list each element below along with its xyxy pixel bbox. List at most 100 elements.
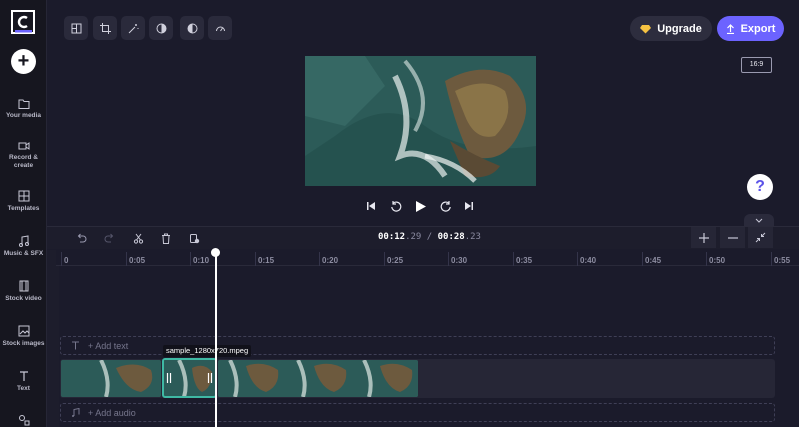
sidebar-item-label: Record &	[9, 154, 38, 161]
trim-handle-right-icon[interactable]	[207, 373, 213, 383]
sidebar-item-record-create[interactable]: Record & create	[0, 141, 47, 170]
sidebar-item-music-sfx[interactable]: Music & SFX	[0, 235, 47, 258]
zoom-in-button[interactable]	[691, 227, 716, 248]
adjust-colors-button[interactable]	[180, 16, 204, 40]
diamond-icon	[640, 24, 652, 33]
play-button[interactable]	[413, 198, 429, 214]
playhead[interactable]	[215, 252, 217, 427]
speed-button[interactable]	[208, 16, 232, 40]
time-separator: /	[421, 232, 438, 242]
magic-button[interactable]	[121, 16, 145, 40]
split-button[interactable]	[130, 230, 146, 246]
sidebar-item-templates[interactable]: Templates	[0, 190, 47, 213]
export-label: Export	[740, 22, 776, 35]
magic-wand-icon	[128, 23, 138, 33]
app-logo[interactable]	[11, 10, 35, 34]
trash-icon	[162, 233, 170, 244]
sidebar: + Your media Record & create Templates M…	[0, 0, 47, 427]
video-clip[interactable]	[218, 360, 418, 397]
ruler-tick-mark	[319, 252, 320, 266]
crop-button[interactable]	[93, 16, 117, 40]
forward-5s-button[interactable]	[438, 198, 454, 214]
clip-name-tooltip: sample_1280x720.mpeg	[163, 345, 252, 357]
ruler-tick-label: 0:10	[193, 256, 210, 265]
aspect-ratio-button[interactable]: 16:9	[741, 57, 772, 73]
ruler-tick-mark	[513, 252, 514, 266]
sidebar-item-stock-video[interactable]: Stock video	[0, 280, 47, 303]
duplicate-button[interactable]	[186, 230, 202, 246]
ruler-tick-mark	[255, 252, 256, 266]
undo-icon	[77, 233, 86, 243]
sidebar-item-stock-images[interactable]: Stock images	[0, 325, 47, 348]
timeline-left-gutter	[47, 250, 59, 427]
skip-back-button[interactable]	[363, 198, 379, 214]
ruler-tick-label: 0:40	[580, 256, 597, 265]
video-clip[interactable]	[61, 360, 161, 397]
help-button[interactable]: ?	[747, 174, 773, 200]
rewind-5s-button[interactable]	[388, 198, 404, 214]
ruler-tick-mark	[384, 252, 385, 266]
ruler-tick-label: 0:50	[709, 256, 726, 265]
sidebar-item-label: Stock images	[2, 340, 45, 347]
editor-app: + Your media Record & create Templates M…	[0, 0, 799, 427]
sidebar-item-label: Stock video	[5, 295, 42, 302]
sidebar-item-shapes[interactable]	[0, 414, 47, 427]
shapes-icon	[18, 415, 29, 426]
ruler-tick-label: 0:25	[387, 256, 404, 265]
delete-button[interactable]	[158, 230, 174, 246]
layout-button[interactable]	[64, 16, 88, 40]
rewind-icon	[391, 201, 402, 212]
sidebar-item-label: Music & SFX	[3, 250, 44, 257]
audio-track[interactable]: + Add audio	[60, 403, 775, 422]
minus-icon	[727, 236, 738, 239]
collapse-timeline-button[interactable]	[744, 214, 774, 226]
export-button[interactable]: Export	[717, 16, 784, 41]
image-icon	[18, 325, 29, 337]
skip-forward-icon	[465, 202, 473, 210]
ruler-tick-label: 0:05	[129, 256, 146, 265]
ruler-tick-mark	[706, 252, 707, 266]
ruler-tick-label: 0:30	[451, 256, 468, 265]
camera-icon	[18, 142, 29, 150]
text-icon	[72, 341, 79, 350]
scissors-icon	[133, 233, 143, 244]
text-icon	[19, 371, 28, 381]
sidebar-item-label: Your media	[6, 112, 41, 119]
upgrade-button[interactable]: Upgrade	[630, 16, 712, 41]
sidebar-item-label-line2: create	[13, 162, 34, 169]
music-icon	[18, 235, 29, 247]
current-time: 00:12	[378, 232, 406, 242]
upgrade-label: Upgrade	[657, 22, 702, 35]
skip-forward-button[interactable]	[461, 198, 477, 214]
clip-selection-outline[interactable]	[162, 358, 217, 398]
add-media-button[interactable]: +	[11, 49, 36, 74]
sidebar-item-your-media[interactable]: Your media	[0, 99, 47, 120]
forward-icon	[440, 201, 451, 212]
sidebar-item-text[interactable]: Text	[0, 370, 47, 393]
ruler-tick-mark	[577, 252, 578, 266]
film-icon	[19, 280, 28, 292]
redo-icon	[104, 233, 113, 243]
templates-icon	[18, 190, 29, 202]
trim-handle-left-icon[interactable]	[166, 373, 172, 383]
play-icon	[416, 200, 426, 212]
add-audio-label: + Add audio	[88, 407, 136, 418]
speed-icon	[215, 26, 225, 31]
sidebar-item-label: Text	[17, 385, 30, 392]
ruler-tick-mark	[126, 252, 127, 266]
total-time: 00:28	[437, 232, 465, 242]
contrast-icon	[156, 23, 166, 33]
video-preview[interactable]	[305, 56, 536, 186]
video-frame	[305, 56, 536, 186]
zoom-out-button[interactable]	[720, 227, 745, 248]
timeline-ruler[interactable]	[56, 250, 799, 266]
fit-timeline-button[interactable]	[748, 227, 773, 248]
ruler-tick-label: 0:20	[322, 256, 339, 265]
sidebar-item-label: Templates	[7, 205, 40, 212]
redo-button[interactable]	[101, 230, 117, 246]
undo-button[interactable]	[73, 230, 89, 246]
skip-back-icon	[367, 202, 375, 210]
plus-icon	[698, 232, 709, 243]
ruler-tick-mark	[61, 252, 62, 266]
filters-button[interactable]	[149, 16, 173, 40]
